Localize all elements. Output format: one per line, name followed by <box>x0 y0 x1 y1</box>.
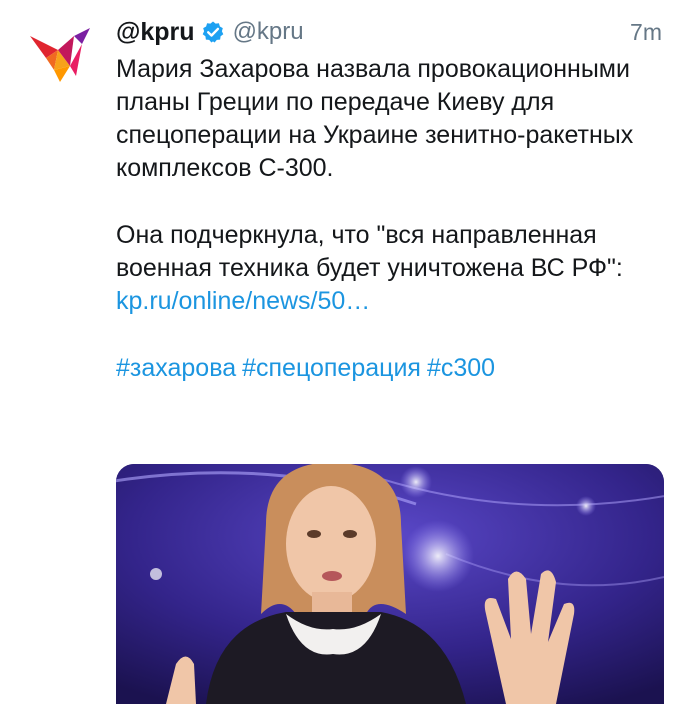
verified-badge-icon <box>202 21 223 43</box>
tweet-body: Мария Захарова назвала провокационными п… <box>116 53 664 385</box>
hashtag-link[interactable]: #захарова <box>116 354 236 382</box>
media-image[interactable] <box>116 464 664 704</box>
hashtag-link[interactable]: #с300 <box>427 354 495 382</box>
tweet-paragraph-1: Мария Захарова назвала провокационными п… <box>116 55 634 182</box>
user-handle[interactable]: @kpru <box>233 18 304 46</box>
avatar[interactable] <box>24 18 96 90</box>
tweet-card[interactable]: @kpru @kpru 7m Мария Захарова назвала пр… <box>0 0 680 704</box>
tweet-header: @kpru @kpru 7m <box>116 14 662 50</box>
display-name[interactable]: @kpru <box>116 18 195 47</box>
hashtags: #захарова #спецоперация #с300 <box>116 352 664 385</box>
hashtag-link[interactable]: #спецоперация <box>242 354 421 382</box>
photo-illustration <box>116 464 664 704</box>
tweet-paragraph-2: Она подчеркнула, что "вся направленная в… <box>116 221 623 282</box>
timestamp[interactable]: 7m <box>630 19 662 46</box>
article-link[interactable]: kp.ru/online/news/50… <box>116 285 664 318</box>
bird-logo-icon <box>30 28 90 82</box>
